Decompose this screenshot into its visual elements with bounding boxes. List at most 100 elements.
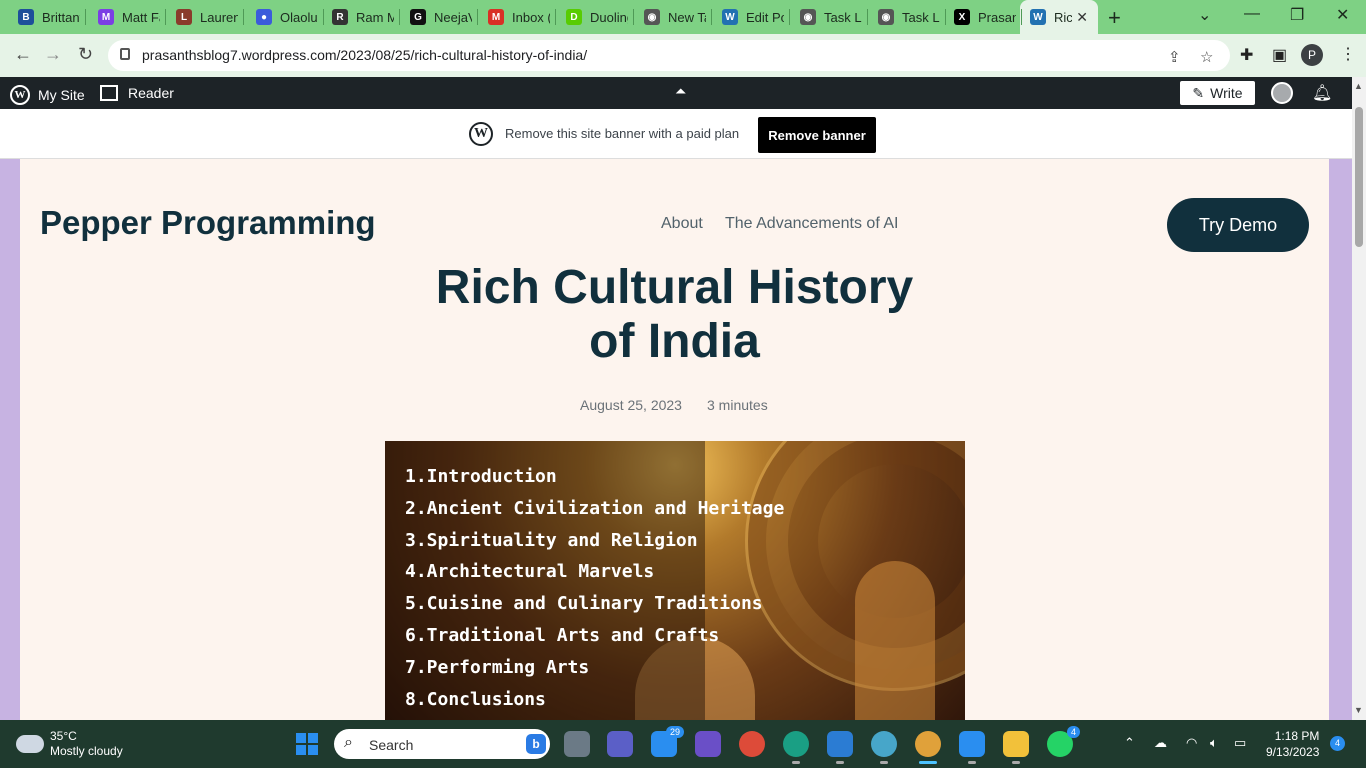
show-hidden-icons[interactable]: ⌃ (1124, 735, 1135, 751)
file-explorer-icon[interactable] (1003, 731, 1029, 764)
chrome-dev-icon[interactable] (871, 731, 897, 764)
browser-tab[interactable]: W Ric ✕ (1020, 0, 1098, 34)
site-title[interactable]: Pepper Programming (40, 204, 376, 242)
browser-tab[interactable]: ● Olaolu (246, 0, 324, 34)
chrome-icon: ◉ (800, 9, 816, 25)
browser-tab[interactable]: ◉ New Ta (634, 0, 712, 34)
azure-running-indicator (836, 761, 844, 764)
table-of-contents: 1.Introduction 2.Ancient Civilization and… (405, 461, 784, 715)
lock-icon[interactable] (120, 48, 130, 60)
close-tab-icon[interactable]: ✕ (1076, 9, 1088, 26)
tab-separator (1021, 9, 1022, 25)
maximize-button[interactable]: ❐ (1290, 5, 1304, 25)
browser-tab[interactable]: X Prasan (944, 0, 1022, 34)
start-button[interactable] (296, 733, 318, 755)
write-label: Write (1210, 85, 1243, 101)
side-panel-icon[interactable]: ▣ (1272, 45, 1287, 65)
browser-tab[interactable]: B Brittany (8, 0, 86, 34)
tab-strip: W Ric ✕ X Prasan ◉ Task Li ◉ Task Li W Edit Po ◉ New… (0, 0, 1366, 34)
post-date[interactable]: August 25, 2023 (580, 397, 682, 413)
tab-separator (711, 9, 712, 25)
browser-tab[interactable]: ◉ Task Li (790, 0, 868, 34)
scroll-down-arrow[interactable]: ▼ (1354, 705, 1363, 715)
toc-item: 4.Architectural Marvels (405, 561, 655, 583)
toc-item: 1.Introduction (405, 466, 557, 487)
tab-title: Matt Fa (122, 9, 160, 25)
tab-separator (243, 9, 244, 25)
taskbar-search[interactable]: ⌕ Search b (334, 729, 550, 759)
bing-icon[interactable]: b (526, 734, 546, 754)
scrollbar-thumb[interactable] (1355, 107, 1363, 247)
new-tab-button[interactable]: + (1108, 5, 1121, 31)
wifi-icon[interactable]: ◠ (1186, 735, 1197, 751)
my-site-link[interactable]: W My Site (10, 85, 85, 105)
forward-button[interactable]: → (44, 44, 62, 65)
browser-tab[interactable]: W Edit Po (712, 0, 790, 34)
toc-item: 3.Spirituality and Religion (405, 529, 698, 551)
browser-tab[interactable]: R Ram M (322, 0, 400, 34)
browser-tab[interactable]: M Inbox ( (478, 0, 556, 34)
notifications-bell-icon[interactable]: 🔔︎ (1312, 83, 1332, 103)
browser-tab[interactable]: L Lauren (166, 0, 244, 34)
browser-tab[interactable]: G NeejaV (400, 0, 478, 34)
chrome-icon[interactable] (739, 731, 765, 757)
close-window-button[interactable]: ✕ (1336, 5, 1349, 25)
url-text[interactable]: prasanthsblog7.wordpress.com/2023/08/25/… (142, 47, 587, 63)
reader-link[interactable]: Reader (100, 85, 174, 101)
edge-icon[interactable] (783, 731, 809, 764)
remove-banner-button[interactable]: Remove banner (758, 117, 876, 153)
b-icon: B (18, 9, 34, 25)
post-title-line-2: of India (589, 315, 760, 368)
post-read-time: 3 minutes (707, 397, 768, 413)
weather-widget[interactable]: 35°C Mostly cloudy (16, 729, 123, 759)
browser-tab[interactable]: M Matt Fa (88, 0, 166, 34)
address-bar[interactable]: prasanthsblog7.wordpress.com/2023/08/25/… (108, 40, 1230, 71)
tab-separator (867, 9, 868, 25)
featured-image: 1.Introduction 2.Ancient Civilization and… (385, 441, 965, 720)
volume-icon[interactable]: 🔈︎ (1210, 735, 1218, 751)
nav-link-about[interactable]: About (661, 215, 703, 233)
write-button[interactable]: ✎ Write (1180, 81, 1255, 105)
browser-tab[interactable]: ◉ Task Li (868, 0, 946, 34)
tab-title: Prasan (978, 9, 1016, 25)
task-view-icon[interactable] (564, 731, 590, 757)
teams-icon[interactable] (607, 731, 633, 757)
browser-tab[interactable]: D Duoling (556, 0, 634, 34)
bookmark-star-icon[interactable]: ☆ (1200, 48, 1213, 66)
extensions-icon[interactable]: ✚ (1240, 45, 1253, 65)
browser-toolbar: ← → ↻ prasanthsblog7.wordpress.com/2023/… (0, 34, 1366, 77)
azure-data-studio-icon[interactable] (827, 731, 853, 764)
nav-link-advancements-of-ai[interactable]: The Advancements of AI (725, 215, 898, 233)
tab-search-icon[interactable]: ⌄ (1198, 5, 1211, 25)
vscode-icon[interactable] (959, 731, 985, 764)
back-button[interactable]: ← (14, 44, 32, 65)
tab-title: Task Li (902, 9, 940, 25)
try-demo-button[interactable]: Try Demo (1167, 198, 1309, 252)
menu-icon[interactable]: ⋮ (1340, 44, 1356, 64)
chrome-profile-icon[interactable] (915, 731, 941, 764)
tab-separator (633, 9, 634, 25)
mail-icon[interactable]: 29 (651, 726, 684, 757)
profile-avatar[interactable]: P (1301, 44, 1323, 66)
user-avatar[interactable] (1271, 82, 1293, 104)
collapse-bar-icon[interactable]: ⏶ (675, 83, 686, 100)
tab-title: Task Li (824, 9, 862, 25)
tab-separator (555, 9, 556, 25)
duolingo-icon: D (566, 9, 582, 25)
wordpress-logo-icon: W (469, 122, 493, 146)
minimize-button[interactable]: — (1244, 5, 1260, 23)
page-scrollbar[interactable]: ▲ ▼ (1352, 77, 1366, 720)
whatsapp-icon[interactable]: 4 (1047, 726, 1080, 757)
share-icon[interactable]: ⇪ (1168, 48, 1181, 66)
battery-icon[interactable]: ▭ (1234, 735, 1246, 751)
media-player-icon[interactable] (695, 731, 721, 757)
post-title: Rich Cultural History of India (320, 261, 1029, 369)
reload-button[interactable]: ↻ (78, 44, 93, 65)
onedrive-error-icon[interactable]: ☁ (1154, 735, 1167, 751)
scroll-up-arrow[interactable]: ▲ (1354, 81, 1363, 91)
page-content: Pepper Programming About The Advancement… (20, 159, 1329, 720)
statue-silhouette (855, 561, 935, 720)
toc-item: 2.Ancient Civilization and Heritage (405, 497, 785, 519)
system-clock[interactable]: 1:18 PM 9/13/2023 (1266, 728, 1319, 760)
notification-count[interactable]: 4 (1330, 736, 1345, 751)
